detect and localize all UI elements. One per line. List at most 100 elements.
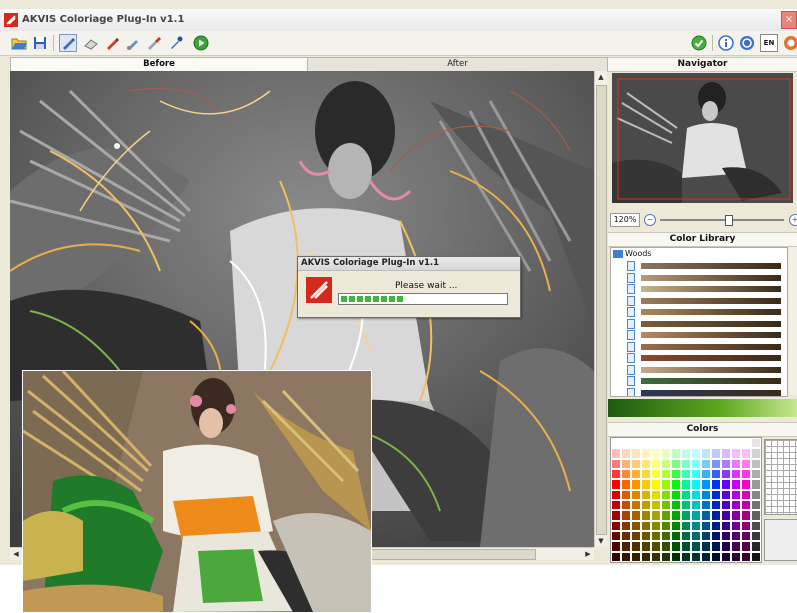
- palette-cell[interactable]: [671, 479, 681, 490]
- palette-cell[interactable]: [631, 530, 641, 542]
- palette-cell[interactable]: [681, 551, 691, 562]
- palette-cell[interactable]: [721, 458, 731, 469]
- palette-cell[interactable]: [701, 458, 711, 469]
- palette-cell[interactable]: [651, 551, 661, 562]
- palette-cell[interactable]: [721, 489, 731, 500]
- palette-cell[interactable]: [711, 520, 721, 531]
- scroll-right-icon[interactable]: ▶: [582, 548, 594, 560]
- tab-before[interactable]: Before: [10, 57, 308, 72]
- palette-cell[interactable]: [721, 468, 731, 480]
- palette-cell[interactable]: [691, 530, 701, 542]
- library-item[interactable]: [627, 307, 785, 317]
- palette-cell[interactable]: [651, 541, 661, 552]
- palette-cell[interactable]: [691, 541, 701, 552]
- palette-cell[interactable]: [691, 448, 701, 459]
- palette-cell[interactable]: [631, 468, 641, 480]
- palette-cell[interactable]: [721, 448, 731, 459]
- palette-cell[interactable]: [731, 551, 741, 562]
- palette-cell[interactable]: [651, 468, 661, 480]
- palette-cell[interactable]: [711, 551, 721, 562]
- palette-cell[interactable]: [751, 551, 761, 562]
- palette-cell[interactable]: [691, 458, 701, 469]
- palette-cell[interactable]: [711, 541, 721, 552]
- palette-cell[interactable]: [631, 438, 641, 449]
- palette-cell[interactable]: [711, 448, 721, 459]
- palette-cell[interactable]: [741, 489, 751, 500]
- palette-cell[interactable]: [751, 448, 761, 459]
- library-scrollbar[interactable]: [789, 247, 797, 395]
- library-item[interactable]: [627, 330, 785, 340]
- palette-cell[interactable]: [621, 499, 631, 511]
- palette-cell[interactable]: [711, 438, 721, 449]
- palette-cell[interactable]: [681, 438, 691, 449]
- palette-cell[interactable]: [631, 448, 641, 459]
- library-folder[interactable]: Woods: [613, 249, 651, 259]
- palette-cell[interactable]: [731, 458, 741, 469]
- close-button[interactable]: ×: [781, 11, 797, 29]
- palette-cell[interactable]: [661, 448, 671, 459]
- navigator-preview[interactable]: [612, 73, 793, 203]
- palette-cell[interactable]: [661, 479, 671, 490]
- palette-cell[interactable]: [631, 551, 641, 562]
- library-item[interactable]: [627, 261, 785, 271]
- palette-cell[interactable]: [731, 448, 741, 459]
- color-library-list[interactable]: Woods: [610, 247, 788, 397]
- palette-cell[interactable]: [631, 510, 641, 521]
- palette-cell[interactable]: [711, 499, 721, 511]
- palette-cell[interactable]: [641, 489, 651, 500]
- palette-cell[interactable]: [751, 479, 761, 490]
- zoom-slider[interactable]: [660, 215, 784, 226]
- palette-cell[interactable]: [631, 489, 641, 500]
- palette-cell[interactable]: [741, 520, 751, 531]
- palette-cell[interactable]: [731, 468, 741, 480]
- palette-cell[interactable]: [731, 499, 741, 511]
- library-item[interactable]: [627, 376, 785, 386]
- chisel-icon[interactable]: [145, 34, 163, 52]
- apply-check-icon[interactable]: [690, 34, 708, 52]
- palette-cell[interactable]: [661, 551, 671, 562]
- selected-color-box[interactable]: [764, 519, 797, 561]
- palette-cell[interactable]: [661, 520, 671, 531]
- palette-cell[interactable]: [621, 448, 631, 459]
- tab-after[interactable]: After: [307, 57, 608, 72]
- palette-cell[interactable]: [731, 520, 741, 531]
- palette-cell[interactable]: [631, 520, 641, 531]
- palette-cell[interactable]: [741, 468, 751, 480]
- palette-cell[interactable]: [721, 520, 731, 531]
- palette-cell[interactable]: [681, 520, 691, 531]
- palette-cell[interactable]: [621, 541, 631, 552]
- palette-cell[interactable]: [711, 510, 721, 521]
- palette-cell[interactable]: [751, 510, 761, 521]
- palette-cell[interactable]: [691, 551, 701, 562]
- palette-cell[interactable]: [681, 489, 691, 500]
- palette-cell[interactable]: [701, 551, 711, 562]
- palette-cell[interactable]: [731, 438, 741, 449]
- palette-cell[interactable]: [671, 551, 681, 562]
- palette-cell[interactable]: [611, 489, 621, 500]
- palette-cell[interactable]: [751, 458, 761, 469]
- palette-cell[interactable]: [751, 530, 761, 542]
- palette-cell[interactable]: [641, 510, 651, 521]
- palette-cell[interactable]: [611, 530, 621, 542]
- palette-cell[interactable]: [611, 510, 621, 521]
- palette-cell[interactable]: [681, 499, 691, 511]
- palette-cell[interactable]: [731, 489, 741, 500]
- palette-cell[interactable]: [701, 520, 711, 531]
- palette-cell[interactable]: [621, 551, 631, 562]
- palette-cell[interactable]: [711, 489, 721, 500]
- palette-cell[interactable]: [671, 468, 681, 480]
- palette-cell[interactable]: [641, 479, 651, 490]
- palette-cell[interactable]: [701, 530, 711, 542]
- palette-cell[interactable]: [661, 468, 671, 480]
- palette-cell[interactable]: [611, 468, 621, 480]
- zoom-slider-knob[interactable]: [724, 215, 733, 226]
- palette-cell[interactable]: [611, 499, 621, 511]
- library-item[interactable]: [627, 364, 785, 375]
- palette-cell[interactable]: [671, 489, 681, 500]
- scroll-down-icon[interactable]: ▼: [595, 535, 607, 547]
- palette-cell[interactable]: [681, 458, 691, 469]
- palette-cell[interactable]: [651, 520, 661, 531]
- palette-cell[interactable]: [641, 468, 651, 480]
- scroll-thumb[interactable]: [596, 85, 607, 535]
- palette-cell[interactable]: [611, 520, 621, 531]
